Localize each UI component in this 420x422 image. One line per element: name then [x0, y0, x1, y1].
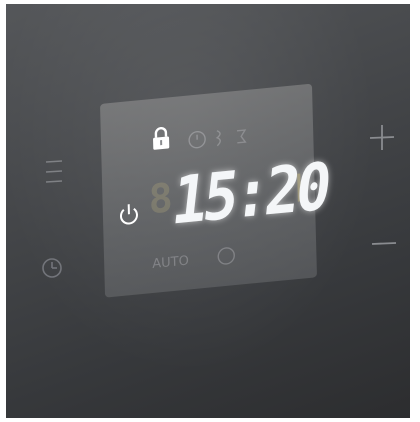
clock-icon — [42, 258, 62, 278]
clock-button[interactable] — [38, 252, 70, 284]
plus-icon — [369, 125, 395, 150]
oven-control-scene: 8 | 15:20 AUTO — [0, 0, 420, 422]
lock-icon — [153, 126, 170, 150]
menu-icon — [45, 160, 63, 183]
minus-icon — [371, 242, 397, 245]
faint-mode-icon — [217, 247, 235, 265]
menu-button[interactable] — [42, 156, 70, 190]
ghost-digits-left: 8 — [148, 175, 174, 224]
minus-button[interactable] — [368, 234, 402, 254]
time-readout: 15:20 — [168, 147, 332, 240]
plus-button[interactable] — [366, 120, 400, 154]
faint-auto-label: AUTO — [152, 253, 190, 273]
display-window: 8 | 15:20 AUTO — [100, 83, 332, 298]
power-icon — [119, 204, 138, 225]
timer-icon — [188, 129, 247, 149]
